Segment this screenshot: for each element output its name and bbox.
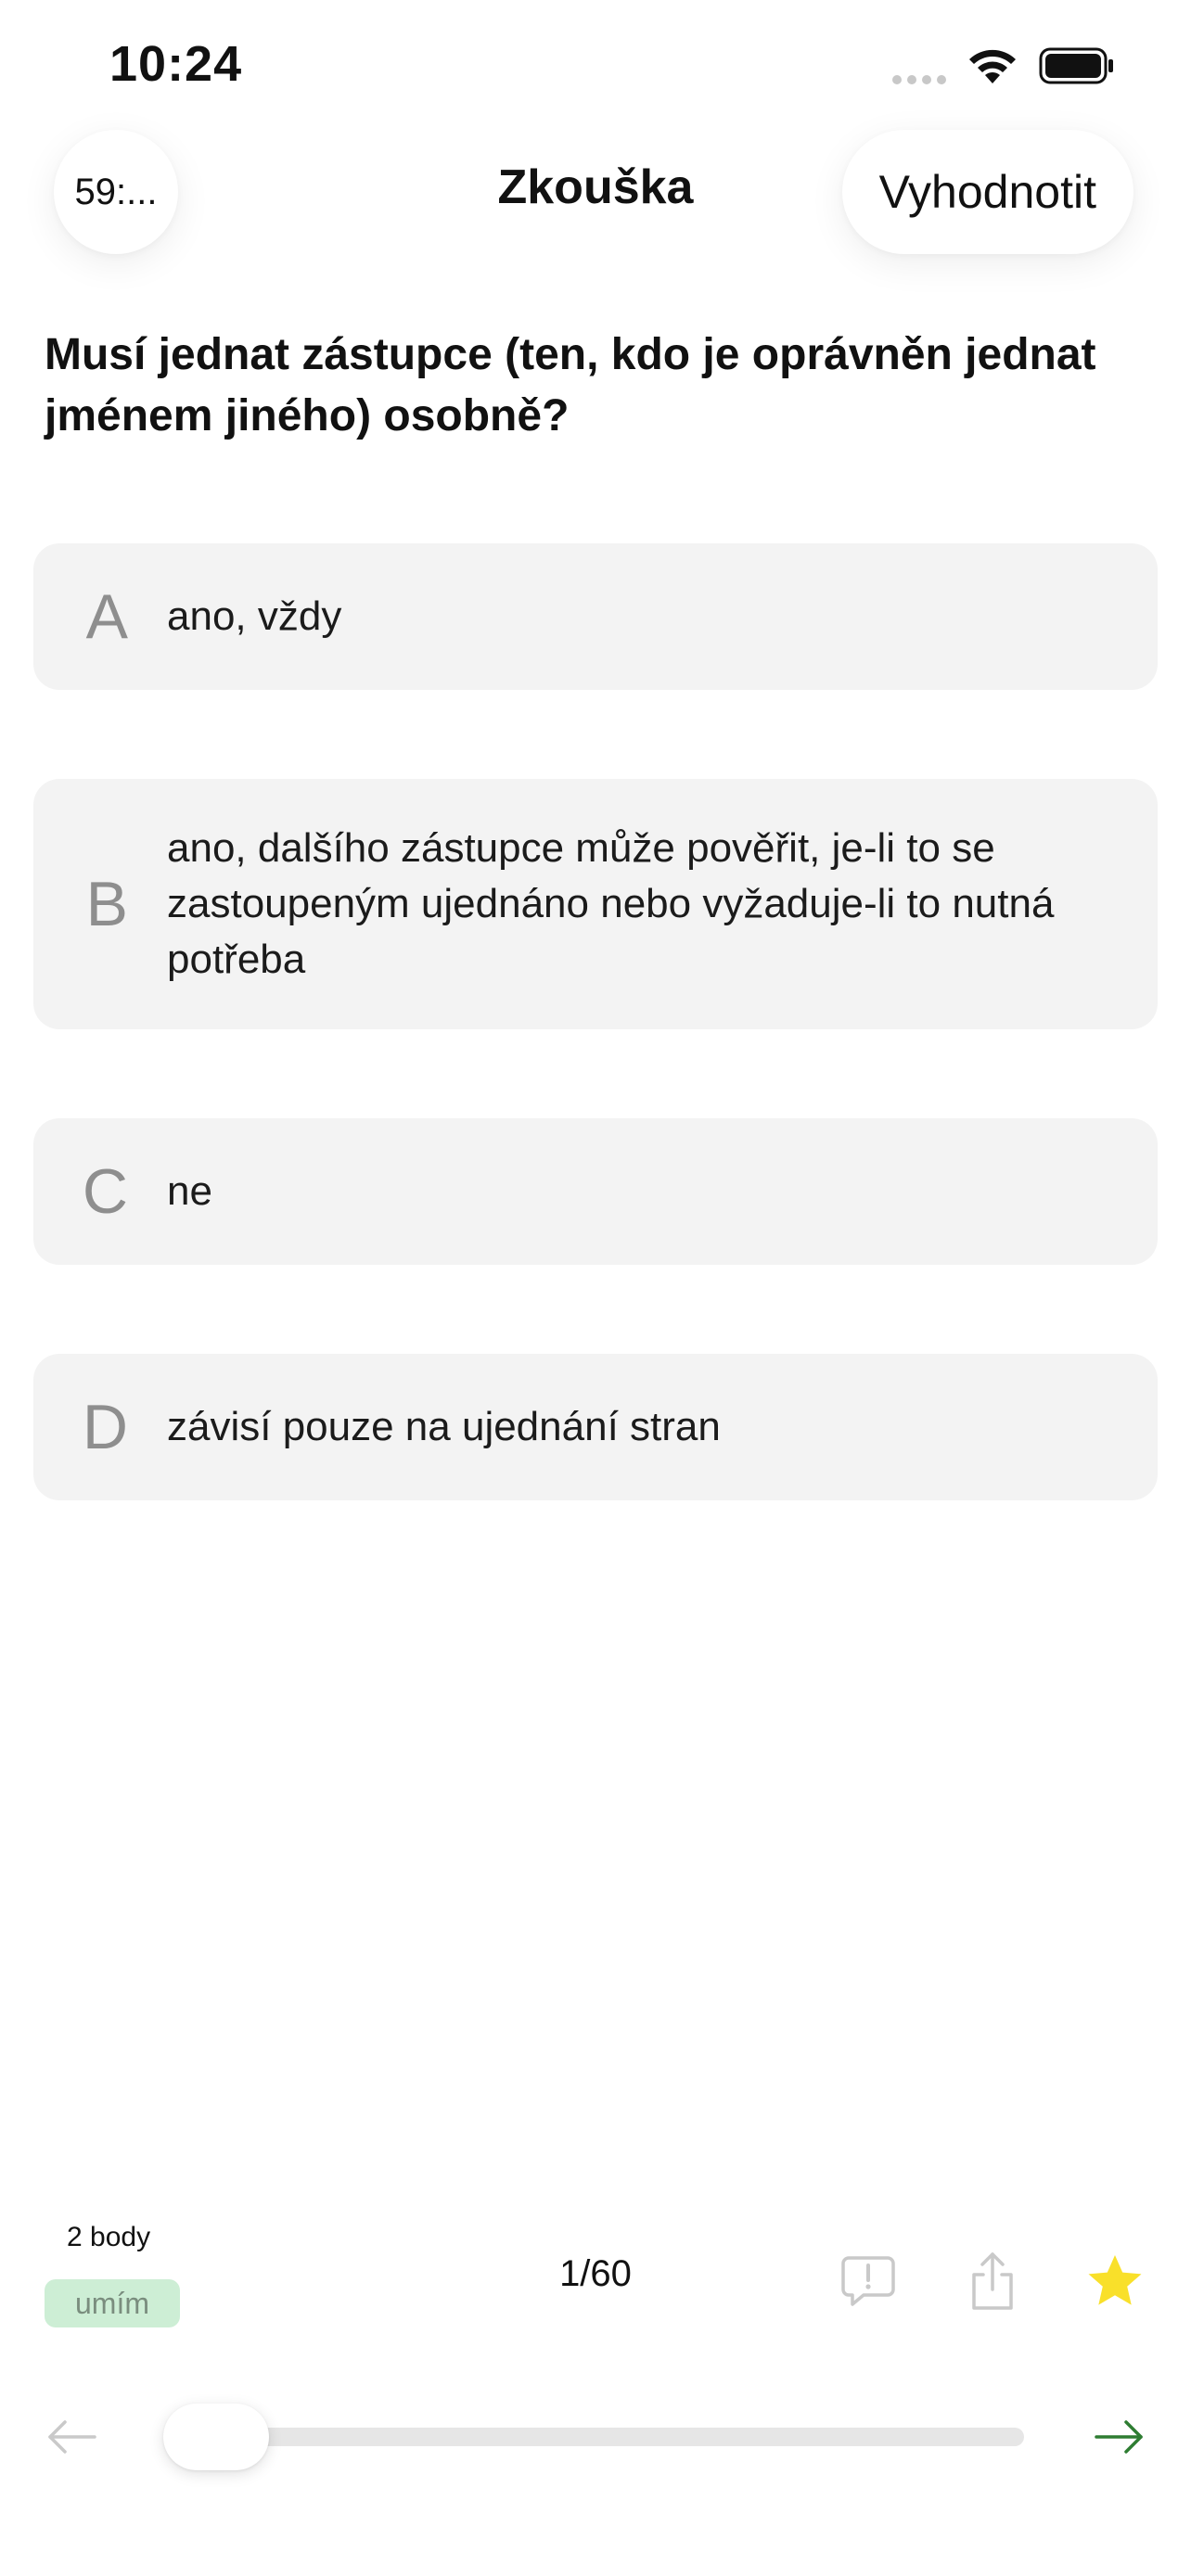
report-button[interactable]: [831, 2244, 905, 2318]
status-icons: [892, 46, 1115, 85]
answer-text: ne: [167, 1168, 212, 1214]
answer-letter: B: [85, 869, 128, 939]
question-progress-track[interactable]: [165, 2428, 1024, 2446]
answer-letter: D: [82, 1392, 128, 1462]
star-icon: [1088, 2255, 1142, 2305]
share-button[interactable]: [955, 2244, 1030, 2318]
answer-option-b[interactable]: B ano, dalšího zástupce může pověřit, je…: [33, 779, 1158, 1029]
report-bubble-icon: [841, 2256, 895, 2306]
know-status-badge: umím: [45, 2279, 180, 2327]
previous-question-button[interactable]: [35, 2400, 109, 2474]
share-icon: [972, 2252, 1013, 2310]
page-counter: 1/60: [559, 2253, 632, 2294]
battery-icon: [1039, 47, 1113, 84]
status-time: 10:24: [109, 36, 243, 92]
next-question-button[interactable]: [1082, 2400, 1156, 2474]
nav-bar: 59:... Zkouška Vyhodnotit: [0, 130, 1191, 254]
arrow-left-icon: [48, 2420, 96, 2454]
answer-option-a[interactable]: A ano, vždy: [33, 543, 1158, 690]
answer-letter: A: [85, 581, 128, 652]
wifi-icon: [969, 49, 1016, 83]
evaluate-button[interactable]: Vyhodnotit: [841, 130, 1133, 254]
question-progress-thumb[interactable]: [163, 2404, 269, 2470]
answer-text: ano, dalšího zástupce může pověřit, je-l…: [167, 825, 1055, 982]
cellular-signal-icon: [892, 47, 946, 84]
answer-letter: C: [82, 1156, 128, 1227]
answer-text: závisí pouze na ujednání stran: [167, 1404, 721, 1449]
status-bar: 10:24: [0, 0, 1191, 139]
arrow-right-icon: [1095, 2420, 1143, 2454]
answer-text: ano, vždy: [167, 593, 342, 639]
answer-option-c[interactable]: C ne: [33, 1118, 1158, 1265]
answer-option-d[interactable]: D závisí pouze na ujednání stran: [33, 1354, 1158, 1500]
points-label: 2 body: [67, 2222, 151, 2252]
favorite-button[interactable]: [1078, 2244, 1152, 2318]
question-text: Musí jednat zástupce (ten, kdo je oprávn…: [45, 330, 1096, 440]
